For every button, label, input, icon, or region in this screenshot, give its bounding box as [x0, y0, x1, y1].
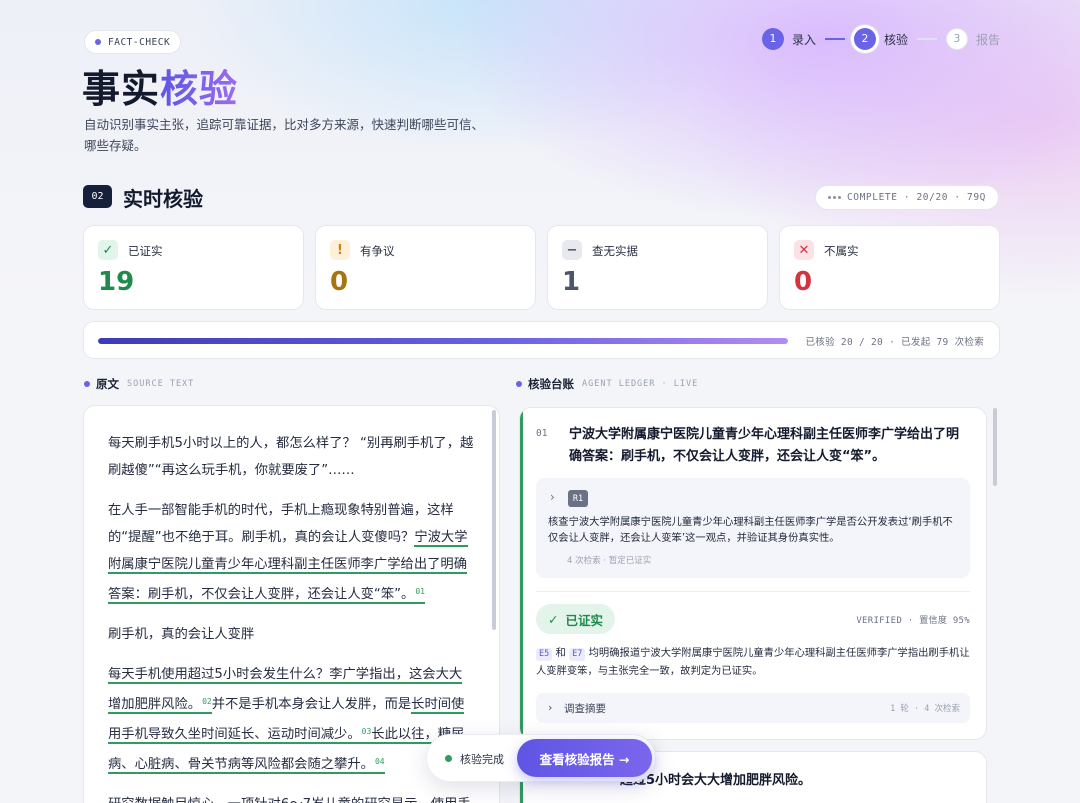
chevron-right-icon: ›	[548, 701, 553, 714]
source-plain-text: 并不是手机本身会让人发胖，而是	[211, 697, 412, 712]
source-heading-label: 原文	[96, 377, 119, 391]
source-paragraph: 研究数据触目惊心。一项针对6～7岁儿童的研究显示，使用手	[108, 791, 474, 803]
floating-action-bar: 核验完成 查看核验报告 →	[426, 734, 656, 782]
stat-value: 19	[98, 267, 135, 297]
stat-card-disputed[interactable]: ! 有争议 0	[315, 225, 536, 310]
ledger-item-index: 01	[536, 428, 548, 439]
confidence-label: VERIFIED · 置信度 95%	[856, 616, 970, 626]
completion-status: 核验完成	[460, 753, 504, 766]
claim-ref: 03	[361, 727, 372, 736]
step-number: 2	[853, 28, 876, 50]
claim-ref: 04	[374, 757, 385, 766]
progress-stepper: 1 录入 2 核验 3 报告	[761, 28, 1000, 50]
heading-dot-icon	[84, 381, 90, 387]
ledger-heading-label: 核验台账	[528, 377, 574, 391]
round-tag: R1	[568, 490, 588, 507]
stat-label: 已证实	[128, 244, 163, 258]
evidence-tag[interactable]: E5	[536, 648, 553, 661]
verdict-label: 已证实	[565, 612, 603, 628]
stat-value: 0	[794, 267, 813, 297]
source-text-body: 每天刷手机5小时以上的人，都怎么样了？ “别再刷手机了，越刷越傻”“再这么玩手机…	[108, 430, 474, 803]
stat-label: 不属实	[824, 244, 859, 258]
evidence-summary: E5 和 E7 均明确报道宁波大学附属康宁医院儿童青少年心理科副主任医师李广学指…	[536, 644, 970, 680]
section-number: 02	[83, 185, 112, 208]
progress-bar	[98, 338, 788, 344]
verified-accent-bar	[520, 408, 523, 739]
progress-panel: 已核验 20 / 20 · 已发起 79 次检索	[83, 321, 1000, 359]
stat-card-verified[interactable]: ✓ 已证实 19	[83, 225, 304, 310]
pill-label: FACT-CHECK	[108, 36, 171, 48]
step-label: 核验	[883, 32, 908, 47]
evidence-tag[interactable]: E7	[569, 648, 586, 661]
fact-check-pill: FACT-CHECK	[84, 30, 182, 54]
source-paragraph: 每天手机使用超过5小时会发生什么？李广学指出，这会大大增加肥胖风险。02并不是手…	[108, 661, 474, 778]
pill-dot-icon	[95, 39, 101, 45]
step-verify[interactable]: 2 核验	[853, 28, 908, 50]
ledger-heading: 核验台账 AGENT LEDGER · LIVE	[516, 376, 698, 392]
title-part2: 核验	[160, 67, 239, 111]
stat-value: 1	[562, 267, 581, 297]
step-label: 报告	[975, 32, 1000, 47]
investigation-summary-toggle[interactable]: › 调查摘要 1 轮 · 4 次检索	[536, 693, 970, 723]
stat-value: 0	[330, 267, 349, 297]
source-paragraph: 在人手一部智能手机的时代，手机上瘾现象特别普遍，这样的“提醒”也不绝于耳。刷手机…	[108, 497, 474, 608]
heading-dot-icon	[516, 381, 522, 387]
completion-status-badge: COMPLETE · 20/20 · 79Q	[814, 185, 999, 210]
title-part1: 事实	[82, 67, 161, 111]
source-paragraph: 刷手机，真的会让人变胖	[108, 627, 255, 642]
progress-text: 已核验 20 / 20 · 已发起 79 次检索	[805, 337, 984, 348]
check-icon: ✓	[98, 240, 118, 260]
stat-label: 查无实据	[592, 244, 638, 258]
evidence-conjunction: 和	[555, 647, 566, 659]
step-connector	[916, 38, 937, 40]
stat-label: 有争议	[360, 244, 395, 258]
round-meta: 4 次检索 · 暂定已证实	[567, 556, 652, 566]
view-report-button[interactable]: 查看核验报告 →	[517, 739, 652, 777]
stat-card-unsubstantiated[interactable]: − 查无实据 1	[547, 225, 768, 310]
step-number: 3	[945, 28, 968, 50]
check-icon: ✓	[548, 611, 559, 627]
evidence-text: 均明确报道宁波大学附属康宁医院儿童青少年心理科副主任医师李广学指出刷手机让人变胖…	[536, 647, 970, 677]
chevron-right-icon[interactable]: ›	[550, 490, 555, 504]
ledger-item[interactable]: 01 宁波大学附属康宁医院儿童青少年心理科副主任医师李广学给出了明确答案：刷手机…	[519, 407, 987, 740]
source-scrollbar[interactable]	[492, 410, 496, 630]
minus-icon: −	[562, 240, 582, 260]
page-title: 事实核验	[82, 58, 238, 113]
ledger-heading-sub: AGENT LEDGER · LIVE	[582, 379, 699, 389]
step-label: 录入	[791, 32, 816, 47]
page-subtitle: 自动识别事实主张，追踪可靠证据，比对多方来源，快速判断哪些可信、哪些存疑。	[84, 117, 485, 153]
step-report[interactable]: 3 报告	[945, 28, 1000, 50]
round-card[interactable]: › R1 核查宁波大学附属康宁医院儿童青少年心理科副主任医师李广学是否公开发表过…	[536, 478, 970, 578]
divider	[536, 591, 970, 592]
step-number: 1	[761, 28, 784, 50]
investigation-label: 调查摘要	[564, 703, 606, 715]
verdict-badge: ✓ 已证实	[536, 604, 615, 634]
cross-icon: ✕	[794, 240, 814, 260]
status-dot-icon	[445, 755, 452, 762]
round-query-text: 核查宁波大学附属康宁医院儿童青少年心理科副主任医师李广学是否公开发表过‘刷手机不…	[548, 516, 953, 544]
source-heading: 原文 SOURCE TEXT	[84, 376, 194, 392]
exclamation-icon: !	[330, 240, 350, 260]
ellipsis-icon	[827, 196, 841, 199]
claim-ref: 01	[415, 587, 425, 596]
source-paragraph: 每天刷手机5小时以上的人，都怎么样了？ “别再刷手机了，越刷越傻”“再这么玩手机…	[108, 436, 474, 478]
claim-ref: 02	[202, 697, 212, 706]
stat-card-false[interactable]: ✕ 不属实 0	[779, 225, 1000, 310]
progress-bar-fill	[98, 338, 788, 344]
section-title: 实时核验	[123, 187, 203, 211]
completion-status-text: COMPLETE · 20/20 · 79Q	[846, 192, 986, 203]
source-plain-text: 在人手一部智能手机的时代，手机上瘾现象特别普遍，这样的“提醒”也不绝于耳。刷手机…	[108, 503, 454, 545]
investigation-meta: 1 轮 · 4 次检索	[890, 704, 960, 714]
step-connector	[824, 38, 845, 40]
step-input[interactable]: 1 录入	[761, 28, 816, 50]
ledger-claim-text: 宁波大学附属康宁医院儿童青少年心理科副主任医师李广学给出了明确答案：刷手机，不仅…	[569, 427, 960, 464]
source-heading-sub: SOURCE TEXT	[127, 379, 195, 389]
ledger-scrollbar[interactable]	[993, 408, 997, 486]
